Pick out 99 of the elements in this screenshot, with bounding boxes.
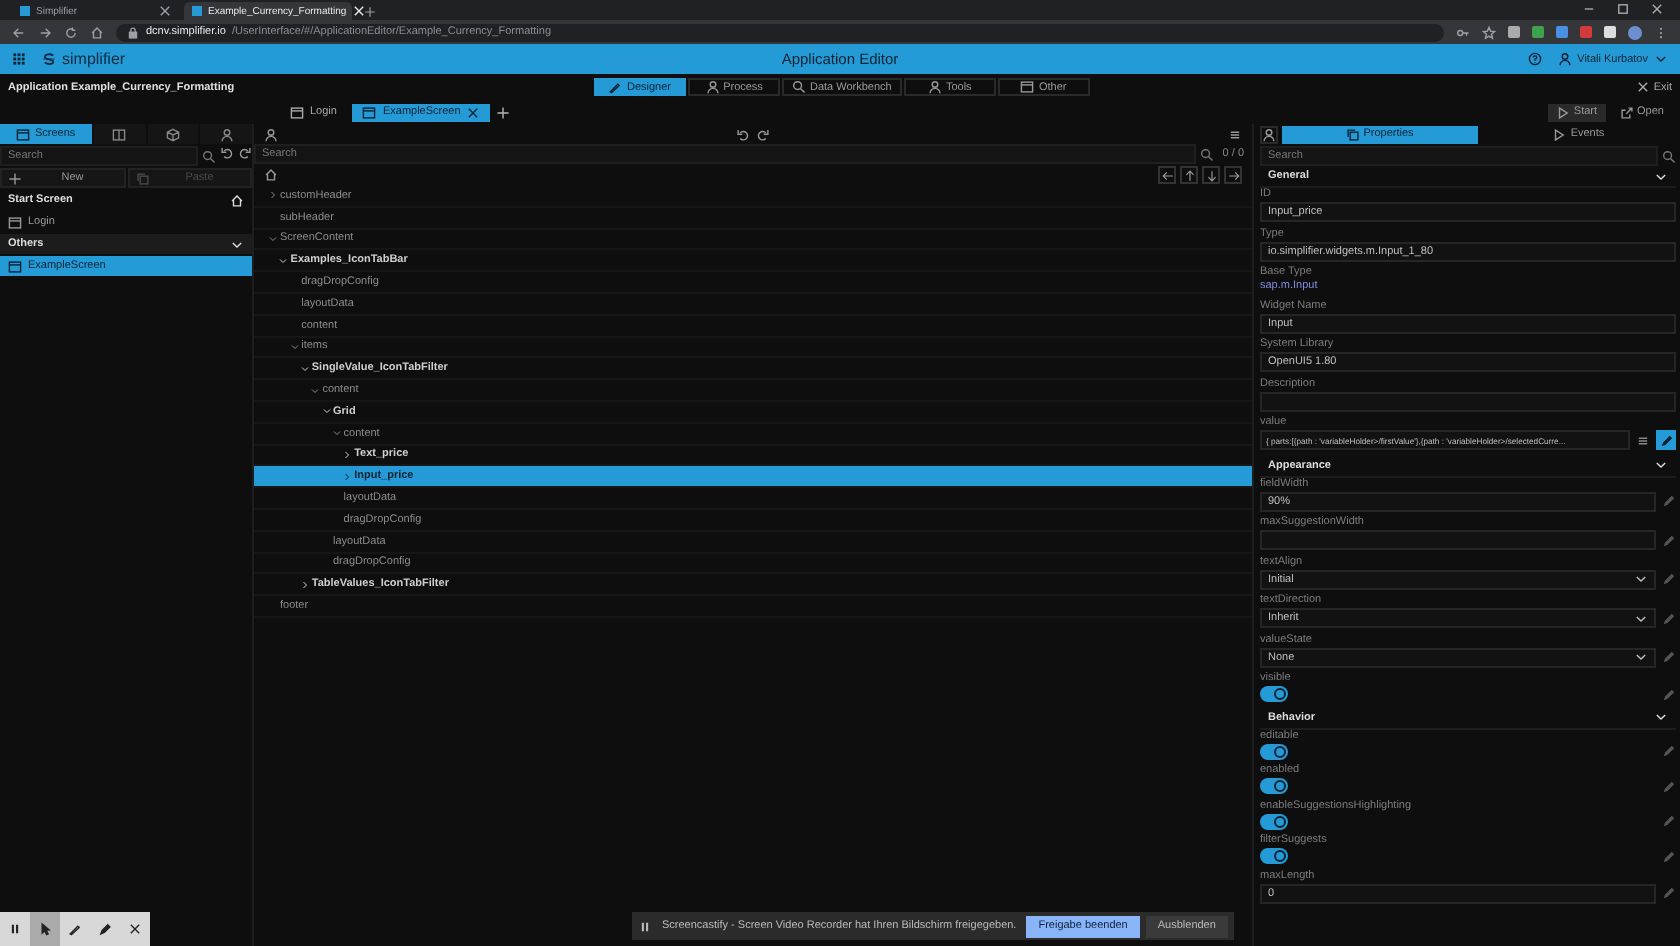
pen-icon [608, 80, 623, 94]
close-icon [128, 922, 142, 936]
lock-icon [126, 25, 140, 39]
edit-button[interactable] [1656, 430, 1676, 450]
chevron-down-icon [1634, 650, 1648, 664]
close-icon[interactable] [1650, 2, 1664, 16]
arrow-left-icon [1161, 169, 1173, 181]
chevron-icon[interactable] [230, 237, 244, 251]
pencil-icon[interactable] [1662, 687, 1676, 701]
panel-tab[interactable] [200, 124, 252, 144]
undo-icon[interactable] [736, 127, 750, 141]
profile-avatar[interactable] [1628, 25, 1642, 39]
external-link-icon [1619, 105, 1634, 119]
pause-icon [638, 919, 652, 933]
window-icon [290, 105, 304, 119]
close-icon [466, 105, 481, 119]
toggle-switch[interactable] [1260, 848, 1288, 864]
chevron-down-icon [1654, 52, 1668, 66]
cube-icon [166, 127, 181, 141]
pencil-icon[interactable] [1662, 744, 1676, 758]
user-button[interactable] [1260, 125, 1278, 143]
window-icon [8, 215, 22, 229]
pencil-icon[interactable] [1662, 886, 1676, 900]
up-arrow-button[interactable] [1180, 166, 1198, 184]
pause-icon [8, 922, 22, 936]
right-arrow-button[interactable] [1224, 166, 1242, 184]
close-icon [158, 4, 172, 18]
arrow-up-icon [1183, 169, 1195, 181]
panel-tab[interactable] [94, 124, 146, 144]
search-icon [792, 80, 806, 94]
pointer-icon [38, 922, 52, 936]
reload-icon[interactable] [64, 25, 78, 39]
binding-icon[interactable] [1636, 433, 1650, 447]
pencil-icon[interactable] [1662, 849, 1676, 863]
list-icon[interactable] [1228, 127, 1242, 141]
pencil-icon [1659, 433, 1673, 447]
logo-text: simplifier [62, 50, 126, 68]
app-grid-icon[interactable] [12, 52, 26, 66]
down-arrow-button[interactable] [1202, 166, 1220, 184]
window-icon [1020, 80, 1035, 94]
favicon [20, 6, 30, 16]
panel-tab[interactable] [147, 124, 199, 144]
user-icon [927, 80, 942, 94]
pencil-icon[interactable] [1662, 572, 1676, 586]
toggle-switch[interactable] [1260, 686, 1288, 702]
chevron-icon[interactable] [1654, 710, 1668, 724]
chevron-icon[interactable] [1654, 458, 1668, 472]
help-icon[interactable] [1527, 52, 1542, 66]
user-icon[interactable] [264, 127, 278, 141]
chevron-down-icon [1634, 572, 1648, 586]
minimize-icon[interactable] [1582, 2, 1596, 16]
user-icon [1557, 52, 1572, 66]
pencil-icon[interactable] [1662, 779, 1676, 793]
pointer-tool[interactable] [30, 912, 60, 946]
close-icon [1635, 80, 1650, 94]
logo-icon [42, 52, 56, 66]
search-icon [1200, 147, 1215, 161]
pencil-icon[interactable] [1662, 650, 1676, 664]
pencil-icon[interactable] [1662, 494, 1676, 508]
forward-icon[interactable] [38, 25, 52, 39]
star-icon[interactable] [1482, 25, 1496, 39]
left-arrow-button[interactable] [1158, 166, 1176, 184]
add-screen-icon[interactable] [496, 105, 511, 119]
search-icon [1662, 149, 1676, 163]
redo-icon[interactable] [238, 146, 252, 160]
new-tab-icon[interactable] [364, 6, 376, 18]
user-icon [219, 127, 234, 141]
home-icon[interactable] [264, 168, 278, 182]
arrow-down-icon [1205, 169, 1217, 181]
key-icon[interactable] [1456, 25, 1470, 39]
copy-icon [135, 171, 149, 185]
chevron-icon[interactable] [1654, 169, 1668, 183]
plus-icon [8, 171, 22, 185]
marker-icon [98, 922, 112, 936]
window-icon [8, 259, 22, 273]
window-icon [16, 127, 31, 141]
toggle-switch[interactable] [1260, 778, 1288, 794]
split-window-icon [112, 127, 127, 141]
input-field[interactable] [1260, 530, 1656, 550]
arrow-right-icon [1227, 169, 1239, 181]
window-icon [362, 105, 377, 119]
pencil-icon[interactable] [1662, 611, 1676, 625]
maximize-icon[interactable] [1616, 2, 1630, 16]
pencil-icon[interactable] [1662, 533, 1676, 547]
close-icon [352, 4, 367, 18]
pencil-icon[interactable] [1662, 814, 1676, 828]
undo-icon[interactable] [220, 146, 234, 160]
input-field[interactable] [1260, 391, 1676, 411]
toggle-switch[interactable] [1260, 813, 1288, 829]
search-icon [202, 149, 216, 163]
chevron-down-icon [1634, 611, 1648, 625]
user-icon [705, 80, 720, 94]
copy-icon [1345, 127, 1360, 141]
redo-icon[interactable] [756, 127, 770, 141]
favicon [192, 6, 202, 16]
user-icon [1262, 127, 1276, 141]
toggle-switch[interactable] [1260, 743, 1288, 759]
pen-icon [68, 922, 82, 936]
back-icon[interactable] [12, 25, 26, 39]
